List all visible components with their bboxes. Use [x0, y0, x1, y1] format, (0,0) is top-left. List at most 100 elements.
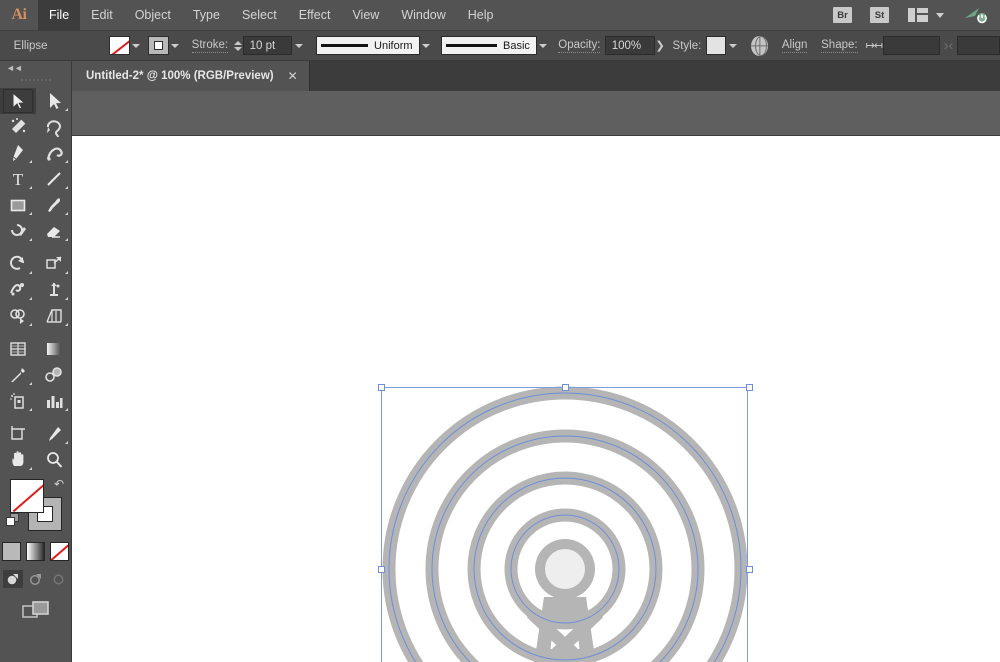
flyout-indicator-icon[interactable]: [65, 297, 68, 300]
artboard-tool[interactable]: [0, 421, 36, 447]
flyout-indicator-icon[interactable]: [29, 238, 32, 241]
change-screen-mode-button[interactable]: [21, 600, 50, 627]
zoom-tool[interactable]: [36, 447, 72, 473]
brush-definition-select[interactable]: Basic: [440, 36, 537, 55]
flyout-indicator-icon[interactable]: [29, 408, 32, 411]
shape-width-field[interactable]: [883, 36, 940, 55]
eraser-tool[interactable]: [36, 218, 72, 244]
shape-label[interactable]: Shape:: [821, 39, 858, 53]
draw-normal-button[interactable]: [2, 570, 23, 588]
blend-tool[interactable]: [36, 362, 72, 388]
magic-wand-tool[interactable]: [0, 114, 36, 140]
fill-none-swatch[interactable]: [10, 479, 44, 513]
free-transform-tool[interactable]: [36, 277, 72, 303]
flyout-indicator-icon[interactable]: [65, 271, 68, 274]
menu-item-object[interactable]: Object: [124, 0, 182, 31]
chevron-down-icon[interactable]: [936, 12, 944, 18]
line-segment-tool[interactable]: [36, 166, 72, 192]
graphic-style-dropdown[interactable]: [726, 36, 739, 55]
menu-item-window[interactable]: Window: [390, 0, 456, 31]
gradient-mode-button[interactable]: [26, 542, 45, 561]
flyout-indicator-icon[interactable]: [65, 408, 68, 411]
bridge-button[interactable]: Br: [833, 7, 852, 23]
stroke-swatch-dropdown[interactable]: [169, 36, 182, 55]
flyout-indicator-icon[interactable]: [65, 323, 68, 326]
paintbrush-tool[interactable]: [36, 192, 72, 218]
artboard-canvas[interactable]: [0, 136, 1000, 662]
selection-tool[interactable]: [0, 88, 36, 114]
menu-item-edit[interactable]: Edit: [80, 0, 124, 31]
hand-tool[interactable]: [0, 447, 36, 473]
flyout-indicator-icon[interactable]: [29, 212, 32, 215]
flyout-indicator-icon[interactable]: [65, 108, 68, 111]
eyedropper-tool[interactable]: [0, 362, 36, 388]
broken-link-icon[interactable]: ›‹: [940, 37, 957, 55]
rectangle-tool[interactable]: [0, 192, 36, 218]
mesh-tool[interactable]: [0, 336, 36, 362]
flyout-indicator-icon[interactable]: [29, 382, 32, 385]
fill-swatch-dropdown[interactable]: [130, 36, 143, 55]
flyout-indicator-icon[interactable]: [65, 441, 68, 444]
recolor-artwork-icon[interactable]: [751, 35, 769, 56]
menu-item-view[interactable]: View: [341, 0, 390, 31]
flyout-indicator-icon[interactable]: [29, 297, 32, 300]
curvature-tool[interactable]: [36, 140, 72, 166]
lasso-tool[interactable]: [36, 114, 72, 140]
type-tool[interactable]: T: [0, 166, 36, 192]
default-fill-stroke-icon[interactable]: [6, 513, 20, 527]
opacity-label[interactable]: Opacity:: [558, 39, 601, 53]
color-mode-button[interactable]: [2, 542, 21, 561]
flyout-indicator-icon[interactable]: [65, 212, 68, 215]
menu-item-help[interactable]: Help: [457, 0, 505, 31]
tools-panel-grabber[interactable]: [0, 74, 71, 85]
width-tool[interactable]: [0, 277, 36, 303]
shape-height-field[interactable]: [956, 36, 1000, 55]
gradient-tool[interactable]: [36, 336, 72, 362]
close-icon[interactable]: ✕: [288, 70, 298, 82]
stroke-weight-label[interactable]: Stroke:: [191, 39, 229, 53]
stroke-color-swatch[interactable]: [147, 36, 169, 55]
flyout-indicator-icon[interactable]: [29, 160, 32, 163]
rotate-tool[interactable]: [0, 251, 36, 277]
width-profile-dropdown[interactable]: [420, 36, 433, 55]
flyout-indicator-icon[interactable]: [29, 271, 32, 274]
flyout-indicator-icon[interactable]: [65, 186, 68, 189]
flyout-indicator-icon[interactable]: [29, 323, 32, 326]
double-chevron-left-icon[interactable]: ◄◄: [6, 63, 23, 73]
flyout-indicator-icon[interactable]: [29, 186, 32, 189]
draw-inside-button[interactable]: [49, 570, 69, 588]
stroke-weight-field[interactable]: 10 pt: [242, 36, 293, 55]
workspace-switcher[interactable]: [908, 8, 944, 22]
align-button[interactable]: Align: [781, 39, 808, 53]
scale-tool[interactable]: [36, 251, 72, 277]
flyout-indicator-icon[interactable]: [65, 160, 68, 163]
width-profile-select[interactable]: Uniform: [315, 36, 420, 55]
shape-builder-tool[interactable]: [0, 303, 36, 329]
symbol-sprayer-tool[interactable]: [0, 388, 36, 414]
shaper-tool[interactable]: [0, 218, 36, 244]
menu-item-select[interactable]: Select: [231, 0, 288, 31]
stock-button[interactable]: St: [870, 7, 889, 23]
creative-cloud-libraries-icon[interactable]: [964, 5, 988, 25]
column-graph-tool[interactable]: [36, 388, 72, 414]
graphic-style-swatch[interactable]: [705, 36, 727, 55]
brush-definition-dropdown[interactable]: [537, 36, 550, 55]
menu-item-type[interactable]: Type: [182, 0, 231, 31]
stroke-weight-stepper[interactable]: [233, 37, 242, 55]
menu-item-effect[interactable]: Effect: [288, 0, 342, 31]
opacity-expand-arrow[interactable]: ❯: [655, 36, 666, 55]
flyout-indicator-icon[interactable]: [65, 238, 68, 241]
stroke-weight-dropdown[interactable]: [292, 36, 305, 55]
perspective-grid-tool[interactable]: [36, 303, 72, 329]
pen-tool[interactable]: [0, 140, 36, 166]
draw-behind-button[interactable]: [26, 570, 46, 588]
menu-item-file[interactable]: File: [38, 0, 81, 31]
direct-selection-tool[interactable]: [36, 88, 72, 114]
none-mode-button[interactable]: [50, 542, 69, 561]
slice-tool[interactable]: [36, 421, 72, 447]
fill-color-swatch[interactable]: [109, 36, 130, 55]
opacity-field[interactable]: 100%: [604, 36, 655, 55]
flyout-indicator-icon[interactable]: [29, 467, 32, 470]
swap-fill-stroke-icon[interactable]: ↶: [54, 477, 64, 491]
document-tab[interactable]: Untitled-2* @ 100% (RGB/Preview) ✕: [72, 61, 310, 91]
